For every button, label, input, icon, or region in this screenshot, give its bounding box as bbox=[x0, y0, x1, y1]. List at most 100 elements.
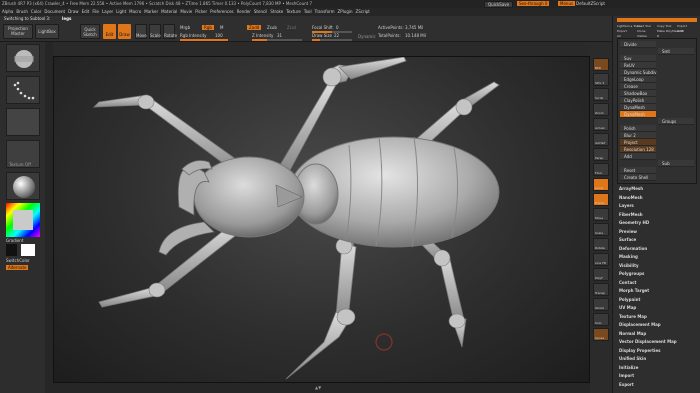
subpanel-item[interactable]: Sub bbox=[658, 160, 694, 167]
tray-list-item[interactable]: Texture Map bbox=[619, 314, 647, 319]
lightbox-button[interactable]: LightBox bbox=[35, 24, 59, 39]
quick-sketch-button[interactable]: Quick Sketch bbox=[80, 24, 100, 39]
shelf-polyf-button[interactable]: PolyF bbox=[593, 268, 609, 281]
menu-edit[interactable]: Edit bbox=[82, 9, 90, 14]
canvas-viewport[interactable] bbox=[53, 56, 590, 383]
alternate-button[interactable]: Alternate bbox=[6, 265, 29, 270]
tray-list-item[interactable]: Geometry HD bbox=[619, 220, 649, 225]
tray-list-item[interactable]: Surface bbox=[619, 237, 636, 242]
tray-list-item[interactable]: Export bbox=[619, 382, 634, 387]
mrgb-button[interactable]: Mrgb bbox=[180, 25, 190, 30]
rotate-button[interactable]: Rotate bbox=[163, 24, 177, 39]
tray-list-item[interactable]: Layers bbox=[619, 203, 634, 208]
menu-preferences[interactable]: Preferences bbox=[210, 9, 234, 14]
shelf-rotate-button[interactable]: Rotate bbox=[593, 238, 609, 251]
subpanel-item[interactable]: DynaMesh bbox=[620, 111, 656, 118]
rgb-button[interactable]: Rgb bbox=[202, 25, 214, 30]
m-button[interactable]: M bbox=[220, 25, 223, 30]
menus-toggle[interactable]: Menus bbox=[558, 1, 576, 6]
menu-stroke[interactable]: Stroke bbox=[270, 9, 283, 14]
subpanel-item[interactable]: Blur 2 bbox=[620, 132, 656, 139]
menu-stencil[interactable]: Stencil bbox=[254, 9, 268, 14]
menu-layer[interactable]: Layer bbox=[102, 9, 113, 14]
default-zscript-button[interactable]: DefaultZScript bbox=[576, 1, 605, 6]
shelf-bpr-button[interactable]: BPR bbox=[593, 58, 609, 71]
subpanel-item[interactable]: DynaMesh bbox=[620, 104, 656, 111]
shelf-scale-button[interactable]: Scale bbox=[593, 223, 609, 236]
subpanel-item[interactable]: Add bbox=[620, 153, 656, 160]
shelf-transp-button[interactable]: Transp bbox=[593, 283, 609, 296]
edit-button[interactable]: Edit bbox=[103, 24, 116, 39]
menu-marker[interactable]: Marker bbox=[144, 9, 158, 14]
subpanel-item[interactable]: ReUV bbox=[620, 62, 656, 69]
shelf-frame-button[interactable]: Frame bbox=[593, 193, 609, 206]
subpanel-item[interactable]: Reset bbox=[620, 167, 656, 174]
secondary-color-swatch[interactable] bbox=[6, 244, 17, 256]
menu-picker[interactable]: Picker bbox=[195, 9, 207, 14]
subpanel-item[interactable]: Dynamic Subdiv bbox=[620, 69, 657, 76]
shelf-persp-button[interactable]: Persp bbox=[593, 148, 609, 161]
shelf-floor-button[interactable]: Floor bbox=[593, 163, 609, 176]
tray-list-item[interactable]: Initialize bbox=[619, 365, 638, 370]
tray-list-item[interactable]: Visibility bbox=[619, 263, 639, 268]
shelf-scroll-button[interactable]: Scroll bbox=[593, 88, 609, 101]
dynamic-toggle[interactable]: Dynamic bbox=[358, 34, 376, 39]
draw-size-slider[interactable] bbox=[312, 39, 352, 41]
menu-render[interactable]: Render bbox=[237, 9, 251, 14]
bottom-collapse-icon[interactable]: ▲▼ bbox=[315, 385, 321, 390]
draw-button[interactable]: Draw bbox=[118, 24, 131, 39]
shelf-aahalf-button[interactable]: AAHalf bbox=[593, 133, 609, 146]
menu-color[interactable]: Color bbox=[31, 9, 41, 14]
tray-list-item[interactable]: Contact bbox=[619, 280, 636, 285]
quicksave-button[interactable]: QuickSave bbox=[484, 1, 514, 8]
main-color-swatch[interactable] bbox=[21, 244, 35, 256]
z-intensity-slider[interactable] bbox=[252, 39, 302, 41]
zcut-button[interactable]: Zcut bbox=[287, 25, 296, 30]
tray-list-item[interactable]: FiberMesh bbox=[619, 212, 643, 217]
tray-list-item[interactable]: NanoMesh bbox=[619, 195, 643, 200]
tray-list-item[interactable]: Vector Displacement Map bbox=[619, 339, 677, 344]
tray-list-item[interactable]: Morph Target bbox=[619, 288, 649, 293]
shelf-spix-3-button[interactable]: SPix 3 bbox=[593, 73, 609, 86]
stroke-thumbnail[interactable] bbox=[6, 76, 40, 104]
menu-file[interactable]: File bbox=[92, 9, 99, 14]
subpanel-item[interactable]: Smt bbox=[658, 48, 694, 55]
alpha-thumbnail[interactable] bbox=[6, 108, 40, 136]
projection-master-button[interactable]: Projection Master bbox=[3, 24, 33, 39]
subpanel-item[interactable]: Resolution 128 bbox=[620, 146, 656, 153]
rgb-intensity-slider[interactable] bbox=[180, 39, 228, 41]
menu-texture[interactable]: Texture bbox=[286, 9, 301, 14]
shelf-actual-button[interactable]: Actual bbox=[593, 118, 609, 131]
brush-thumbnail[interactable] bbox=[6, 44, 40, 72]
menu-draw[interactable]: Draw bbox=[68, 9, 78, 14]
zadd-button[interactable]: Zadd bbox=[247, 25, 262, 30]
menu-tool[interactable]: Tool bbox=[304, 9, 312, 14]
shelf-line-fill-button[interactable]: Line Fill bbox=[593, 253, 609, 266]
menu-transform[interactable]: Transform bbox=[315, 9, 335, 14]
tray-list-item[interactable]: Normal Map bbox=[619, 331, 646, 336]
menu-macro[interactable]: Macro bbox=[129, 9, 141, 14]
shelf-move-button[interactable]: Move bbox=[593, 208, 609, 221]
menu-alpha[interactable]: Alpha bbox=[2, 9, 13, 14]
texture-thumbnail[interactable]: Texture Off bbox=[6, 140, 40, 168]
tray-list-item[interactable]: UV Map bbox=[619, 305, 636, 310]
tray-list-item[interactable]: Import bbox=[619, 373, 634, 378]
tray-list-item[interactable]: Polygroups bbox=[619, 271, 644, 276]
subpanel-item[interactable]: Suv bbox=[620, 55, 656, 62]
shelf-zoom-button[interactable]: Zoom bbox=[593, 103, 609, 116]
tray-list-item[interactable]: Preview bbox=[619, 229, 637, 234]
zsub-button[interactable]: Zsub bbox=[267, 25, 277, 30]
subpanel-item[interactable]: Divide bbox=[620, 41, 656, 48]
menu-zscript[interactable]: ZScript bbox=[356, 9, 370, 14]
tray-list-item[interactable]: Unified Skin bbox=[619, 356, 646, 361]
shelf-local-button[interactable]: Local bbox=[593, 178, 609, 191]
tray-list-item[interactable]: Masking bbox=[619, 254, 638, 259]
menu-document[interactable]: Document bbox=[44, 9, 65, 14]
subpanel-item[interactable]: Groups bbox=[658, 118, 694, 125]
shelf-solo-button[interactable]: Solo bbox=[593, 313, 609, 326]
menu-light[interactable]: Light bbox=[116, 9, 126, 14]
subpanel-item[interactable]: Crease bbox=[620, 83, 656, 90]
shelf-xpose-button[interactable]: Xpose bbox=[593, 328, 609, 341]
menu-brush[interactable]: Brush bbox=[16, 9, 28, 14]
switch-color-button[interactable]: SwitchColor bbox=[6, 258, 30, 263]
